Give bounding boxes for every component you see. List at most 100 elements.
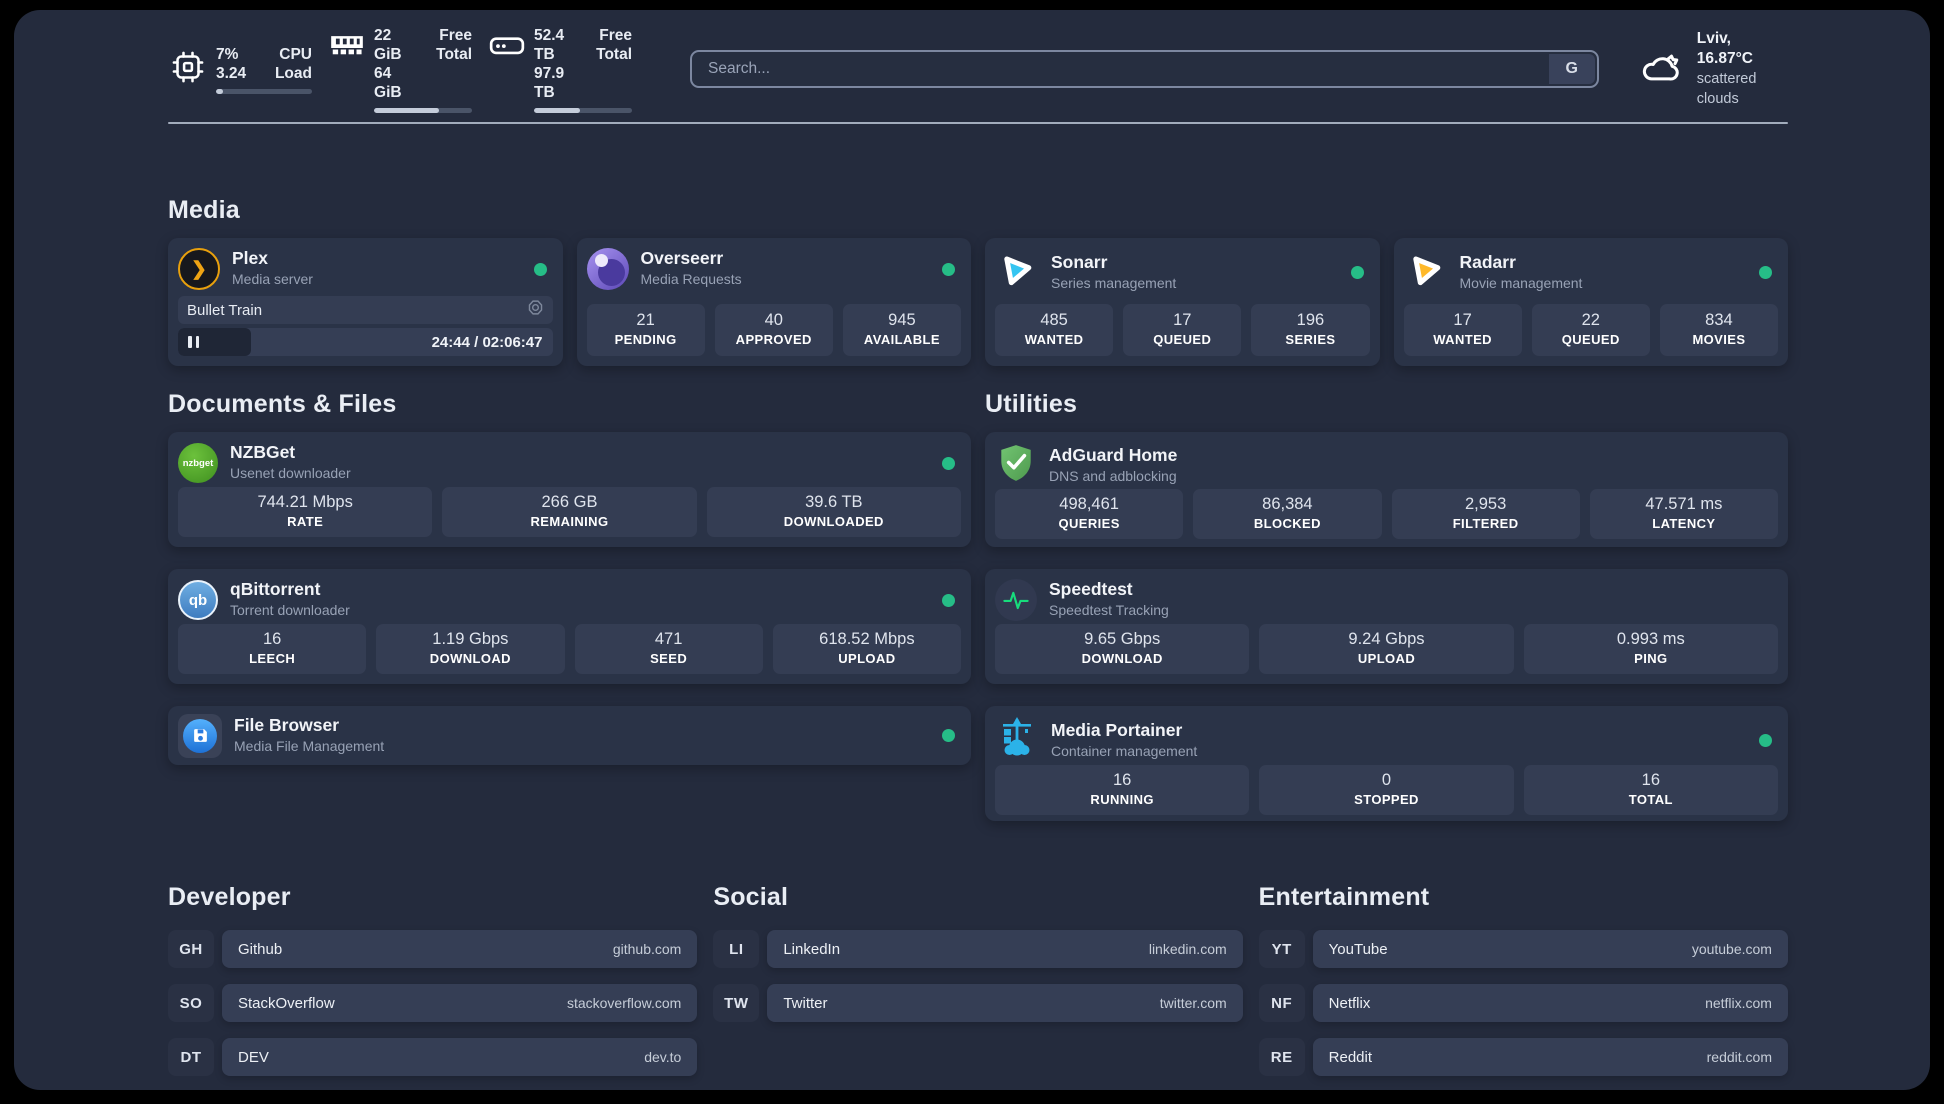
stat-tile: 471 SEED [574,624,763,674]
plex-card[interactable]: ❯ Plex Media server Bullet Train 24:44 /… [168,238,563,366]
stat-tile: 498,461 QUERIES [995,489,1184,539]
weather-location-temp: Lviv, 16.87°C [1696,30,1753,67]
nzbget-card[interactable]: nzbget NZBGet Usenet downloader 744.21 M… [168,432,971,547]
portainer-card[interactable]: Media Portainer Container management 16 … [985,706,1788,821]
stat-tile: 196 SERIES [1251,304,1370,356]
stat-tile: 16 RUNNING [995,765,1250,815]
filebrowser-card[interactable]: File Browser Media File Management [168,706,971,765]
ram-icon [328,30,366,58]
search-bar: G [690,50,1599,88]
sonarr-icon [995,248,1039,297]
overseerr-status-dot [942,262,955,276]
qbittorrent-card[interactable]: qb qBittorrent Torrent downloader 16 LEE… [168,569,971,684]
cpu-icon [168,49,208,85]
speedtest-icon [995,579,1037,621]
ram-total-label: Total [436,45,472,63]
adguard-card[interactable]: AdGuard Home DNS and adblocking 498,461 … [985,432,1788,547]
media-cards-row: ❯ Plex Media server Bullet Train 24:44 /… [168,238,1788,366]
stat-tile: 9.65 Gbps DOWNLOAD [995,624,1250,674]
stat-tile: 86,384 BLOCKED [1193,489,1382,539]
overseerr-desc: Media Requests [640,271,742,287]
disk-total-value: 97.9 TB [534,64,565,101]
youtube-link[interactable]: YouTube youtube.com [1312,930,1788,968]
link-row-netflix: NF Netflix netflix.com [1258,984,1788,1022]
ram-progress-fill [374,107,439,113]
twitter-link[interactable]: Twitter twitter.com [767,984,1243,1022]
radarr-title: Radarr [1459,251,1516,272]
stat-tile: 39.6 TB DOWNLOADED [706,487,961,537]
overseerr-title: Overseerr [640,248,724,268]
disk-icon [488,30,526,60]
weather-widget[interactable]: Lviv, 16.87°C scattered clouds [1639,29,1788,109]
cpu-progress [216,88,312,94]
reddit-abbr: RE [1258,1038,1305,1076]
youtube-abbr: YT [1258,930,1305,968]
sonarr-status-dot [1350,266,1364,279]
radarr-desc: Movie management [1459,274,1583,291]
stat-tile: 17 WANTED [1403,304,1522,356]
radarr-card[interactable]: Radarr Movie management 17 WANTED 22 QUE… [1393,238,1788,366]
nzbget-icon: nzbget [178,443,218,483]
stat-tile: 16 LEECH [178,624,367,674]
cpu-load-value: 3.24 [216,64,247,82]
playback-time: 24:44 / 02:06:47 [431,333,543,351]
developer-section: Developer GH Github github.com SO StackO… [168,883,698,1076]
stat-tile: 16 TOTAL [1523,765,1778,815]
link-row-youtube: YT YouTube youtube.com [1258,930,1788,968]
radarr-icon [1404,248,1448,297]
link-row-github: GH Github github.com [168,930,698,968]
ram-free-value: 22 GiB [374,26,402,63]
overseerr-card[interactable]: Overseerr Media Requests 21 PENDING 40 A… [576,238,971,366]
documents-column: Documents & Files nzbget NZBGet Usenet d… [168,390,971,821]
social-section: Social LI LinkedIn linkedin.com TW Twitt… [713,883,1243,1076]
dev-link[interactable]: DEV dev.to [222,1038,698,1076]
stat-tile: 0 STOPPED [1259,765,1514,815]
stat-tile: 485 WANTED [995,304,1114,356]
media-type-icon [527,299,544,321]
section-title-media: Media [168,196,240,224]
qbittorrent-icon: qb [178,580,218,620]
stat-tile: 40 APPROVED [714,304,833,356]
header-divider [168,122,1788,124]
dev-abbr: DT [168,1038,214,1076]
cpu-stat: 7% 3.24 CPU Load [168,45,312,94]
disk-free-label: Free [599,26,632,44]
stat-tile: 21 PENDING [586,304,705,356]
cloud-icon [1639,49,1683,90]
plex-progress-bar[interactable]: 24:44 / 02:06:47 [178,328,553,356]
stat-tile: 834 MOVIES [1659,304,1779,356]
speedtest-card[interactable]: Speedtest Speedtest Tracking 9.65 Gbps D… [985,569,1788,684]
nzbget-status-dot [942,456,955,470]
dashboard: 7% 3.24 CPU Load 22 GiB 64 GiB Free Tota… [14,10,1930,1090]
disk-free-value: 52.4 TB [534,26,565,63]
github-abbr: GH [168,930,214,968]
plex-title: Plex [232,248,268,268]
stat-tile: 945 AVAILABLE [842,304,962,356]
ram-progress [374,107,472,113]
link-row-dev: DT DEV dev.to [168,1038,698,1076]
top-bar: 7% 3.24 CPU Load 22 GiB 64 GiB Free Tota… [168,27,1788,113]
section-title-social: Social [713,883,789,911]
linkedin-abbr: LI [713,930,760,968]
reddit-link[interactable]: Reddit reddit.com [1312,1038,1788,1076]
link-row-twitter: TW Twitter twitter.com [713,984,1243,1022]
plex-icon: ❯ [178,248,220,290]
stat-tile: 266 GB REMAINING [442,487,697,537]
sonarr-desc: Series management [1051,274,1177,291]
netflix-abbr: NF [1258,984,1305,1022]
stackoverflow-link[interactable]: StackOverflow stackoverflow.com [222,984,698,1022]
filebrowser-status-dot [942,729,955,742]
netflix-link[interactable]: Netflix netflix.com [1312,984,1788,1022]
ram-free-label: Free [439,26,472,44]
search-input[interactable] [692,60,1597,78]
github-link[interactable]: Github github.com [222,930,698,968]
stat-tile: 1.19 Gbps DOWNLOAD [376,624,565,674]
plex-now-playing: Bullet Train [178,296,553,324]
linkedin-link[interactable]: LinkedIn linkedin.com [767,930,1243,968]
disk-stat: 52.4 TB 97.9 TB Free Total [488,26,632,113]
pause-button[interactable] [188,336,199,348]
search-engine-button[interactable]: G [1548,54,1595,84]
section-title-utilities: Utilities [985,390,1078,418]
sonarr-card[interactable]: Sonarr Series management 485 WANTED 17 Q… [985,238,1380,366]
cpu-label: CPU [279,45,312,63]
